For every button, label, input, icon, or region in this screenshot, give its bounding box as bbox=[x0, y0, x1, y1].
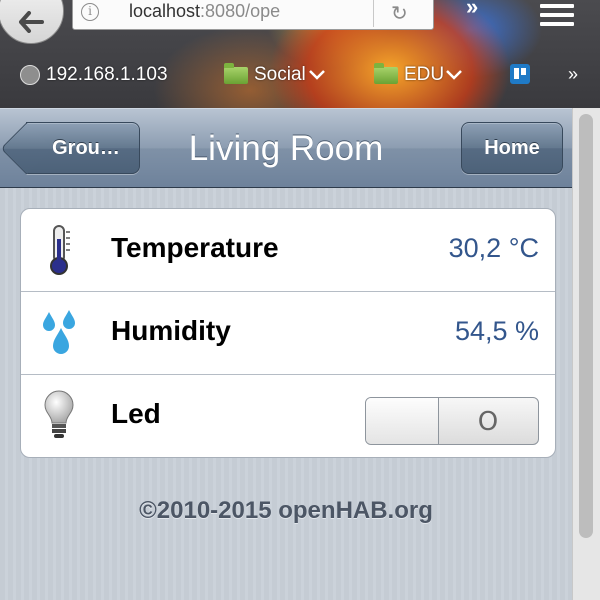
led-toggle-switch[interactable]: O bbox=[365, 397, 539, 445]
bookmark-label: Social bbox=[254, 64, 306, 85]
back-button[interactable]: Grou… bbox=[26, 122, 140, 174]
folder-icon bbox=[374, 62, 398, 84]
switch-knob[interactable] bbox=[366, 398, 439, 444]
bookmarks-bar: 192.168.1.103 Social EDU » bbox=[0, 56, 600, 96]
url-separator bbox=[373, 0, 374, 27]
reload-icon[interactable]: ↻ bbox=[391, 1, 408, 26]
app-page: Grou… Living Room Home Temperature 30,2 … bbox=[0, 108, 572, 600]
bookmark-folder-social[interactable]: Social bbox=[224, 62, 325, 86]
folder-icon bbox=[224, 62, 248, 84]
item-value: 30,2 °C bbox=[448, 233, 539, 263]
info-icon[interactable]: i bbox=[81, 3, 99, 21]
url-host: localhost bbox=[129, 1, 201, 21]
trello-icon bbox=[510, 64, 530, 84]
item-label: Humidity bbox=[111, 315, 231, 346]
browser-back-button[interactable] bbox=[0, 0, 64, 44]
toolbar-overflow-icon[interactable]: » bbox=[466, 0, 478, 20]
item-value: 54,5 % bbox=[454, 316, 539, 346]
bookmark-ip[interactable]: 192.168.1.103 bbox=[20, 64, 168, 86]
bookmark-label: EDU bbox=[404, 64, 445, 85]
url-path: :8080/ope bbox=[200, 1, 281, 21]
item-list: Temperature 30,2 °C Humidity 54,5 % Led … bbox=[20, 208, 556, 458]
lightbulb-icon bbox=[44, 390, 74, 438]
thermometer-icon bbox=[50, 225, 70, 275]
bookmarks-overflow-icon[interactable]: » bbox=[568, 64, 578, 85]
browser-chrome: i localhost:8080/ope ↻ » 192.168.1.103 S… bbox=[0, 0, 600, 108]
scrollbar-thumb[interactable] bbox=[579, 114, 593, 538]
list-item-temperature: Temperature 30,2 °C bbox=[21, 209, 555, 292]
bookmark-label: 192.168.1.103 bbox=[46, 64, 168, 85]
app-toolbar: Grou… Living Room Home bbox=[0, 108, 572, 188]
globe-icon bbox=[20, 65, 40, 85]
bookmark-folder-edu[interactable]: EDU bbox=[374, 62, 463, 86]
home-button[interactable]: Home bbox=[461, 122, 563, 174]
chevron-down-icon bbox=[446, 70, 463, 80]
item-label: Temperature bbox=[111, 232, 279, 263]
footer-copyright: ©2010-2015 openHAB.org bbox=[139, 497, 433, 524]
bookmark-trello[interactable] bbox=[510, 64, 530, 84]
list-item-humidity: Humidity 54,5 % bbox=[21, 292, 555, 375]
water-drops-icon bbox=[43, 310, 75, 354]
arrow-left-icon bbox=[19, 11, 44, 33]
url-bar[interactable]: i localhost:8080/ope ↻ bbox=[72, 0, 434, 30]
switch-state-label: O bbox=[477, 407, 499, 437]
list-item-led: Led O bbox=[21, 375, 555, 457]
item-label: Led bbox=[111, 398, 161, 429]
url-text: localhost:8080/ope bbox=[129, 1, 280, 22]
chevron-down-icon bbox=[308, 70, 325, 80]
menu-icon[interactable] bbox=[540, 4, 574, 31]
scrollbar[interactable] bbox=[572, 108, 600, 600]
